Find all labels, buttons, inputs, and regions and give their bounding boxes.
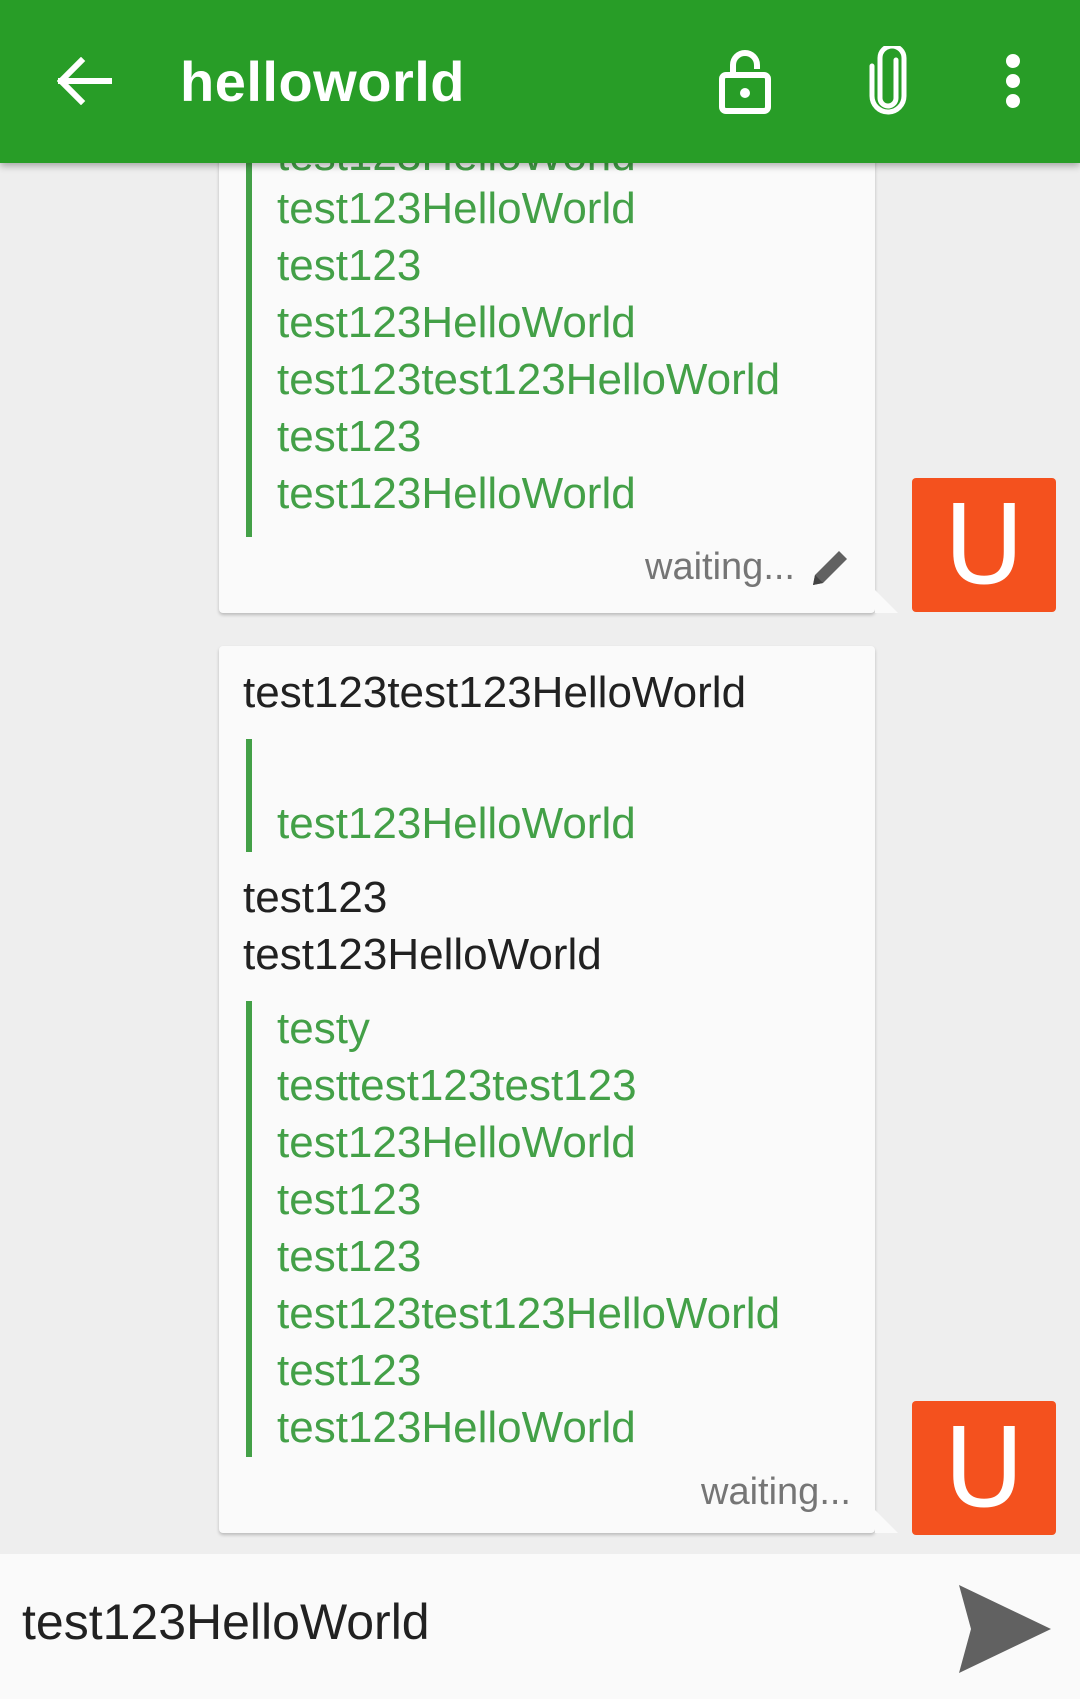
quoted-line: test123HelloWorld <box>277 799 636 848</box>
quote-bar <box>246 1001 252 1457</box>
quoted-line: test123HelloWorld <box>277 1118 636 1167</box>
quote-bar <box>246 163 252 537</box>
quoted-line: test123test123HelloWorld <box>277 1289 781 1338</box>
quoted-line: testy <box>277 1004 370 1053</box>
message-text-line: test123test123HelloWorld <box>243 668 747 717</box>
quoted-line: test123HelloWorld <box>277 1403 636 1452</box>
message-status: waiting... <box>645 546 795 588</box>
quoted-line: test123 <box>277 241 422 290</box>
message-status: waiting... <box>701 1471 851 1513</box>
avatar[interactable]: U <box>912 478 1056 612</box>
message-input[interactable] <box>22 1582 922 1662</box>
composer-bar <box>0 1554 1080 1699</box>
quoted-line: testtest123test123 <box>277 1061 637 1110</box>
avatar[interactable]: U <box>912 1401 1056 1535</box>
quoted-line: test123HelloWorld <box>277 184 636 233</box>
quoted-line: test123 <box>277 1232 422 1281</box>
lock-open-icon[interactable] <box>700 36 790 126</box>
message-list[interactable]: test123HelloWorld test123HelloWorld test… <box>0 163 1080 1554</box>
message-bubble[interactable]: test123test123HelloWorld test123HelloWor… <box>219 646 898 1533</box>
more-vert-icon[interactable] <box>968 36 1058 126</box>
app-bar: helloworld <box>0 0 1080 163</box>
quoted-line: test123 <box>277 412 422 461</box>
pencil-icon <box>809 545 853 589</box>
message-text-line: test123HelloWorld <box>243 930 602 979</box>
paperclip-icon[interactable] <box>843 36 933 126</box>
back-icon[interactable] <box>40 36 130 126</box>
quote-bar <box>246 739 252 852</box>
quoted-line: test123 <box>277 1175 422 1224</box>
send-icon <box>959 1585 1051 1673</box>
conversation-title: helloworld <box>180 50 465 113</box>
message-text-line: test123 <box>243 873 388 922</box>
send-button[interactable] <box>950 1574 1060 1684</box>
quoted-line: test123HelloWorld <box>277 469 636 518</box>
message-bubble[interactable]: test123HelloWorld test123HelloWorld test… <box>219 163 898 613</box>
quoted-line: test123 <box>277 1346 422 1395</box>
quoted-line: test123HelloWorld <box>277 298 636 347</box>
quoted-line: test123test123HelloWorld <box>277 355 781 404</box>
